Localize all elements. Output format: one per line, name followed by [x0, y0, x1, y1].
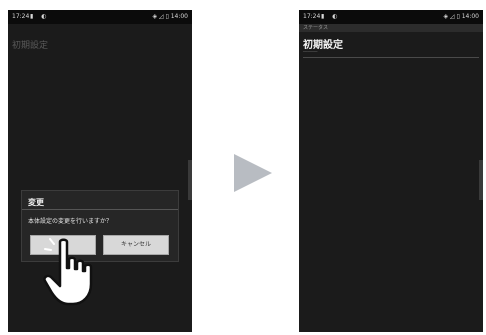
cancel-button[interactable]: キャンセル [103, 235, 169, 255]
status-bar: 17:24 ▮ ◐ ◈ ◿ ▯ 14:00 [8, 10, 192, 24]
dialog-divider [22, 209, 178, 210]
notification-icons: ▮ ◐ [30, 13, 50, 20]
notification-icons: ▮ ◐ [321, 13, 341, 20]
page-subtitle: ────── [303, 49, 318, 54]
play-arrow-icon [234, 154, 272, 192]
status-time: 17:24 [12, 13, 30, 20]
phone-screen-after: 17:24 ▮ ◐ ◈ ◿ ▯ 14:00 ステータス 初期設定 ────── [299, 10, 483, 332]
dialog-message: 本体設定の変更を行いますか？ [28, 218, 113, 225]
status-indicators: ◈ ◿ ▯ 14:00 [152, 13, 188, 20]
status-time: 17:24 [303, 13, 321, 20]
scroll-indicator [479, 160, 483, 200]
tutorial-figure: 17:24 ▮ ◐ ◈ ◿ ▯ 14:00 初期設定 変更 本体設定の変更を行い… [0, 0, 486, 335]
page-title: 初期設定 [12, 41, 49, 51]
dialog-title: 変更 [28, 198, 44, 207]
scroll-indicator [188, 160, 192, 200]
status-bar: 17:24 ▮ ◐ ◈ ◿ ▯ 14:00 [299, 10, 483, 24]
title-divider [303, 57, 479, 58]
app-bar-label: ステータス [299, 24, 483, 32]
tap-hand-icon [43, 238, 93, 306]
phone-screen-before: 17:24 ▮ ◐ ◈ ◿ ▯ 14:00 初期設定 変更 本体設定の変更を行い… [8, 10, 192, 332]
status-indicators: ◈ ◿ ▯ 14:00 [443, 13, 479, 20]
